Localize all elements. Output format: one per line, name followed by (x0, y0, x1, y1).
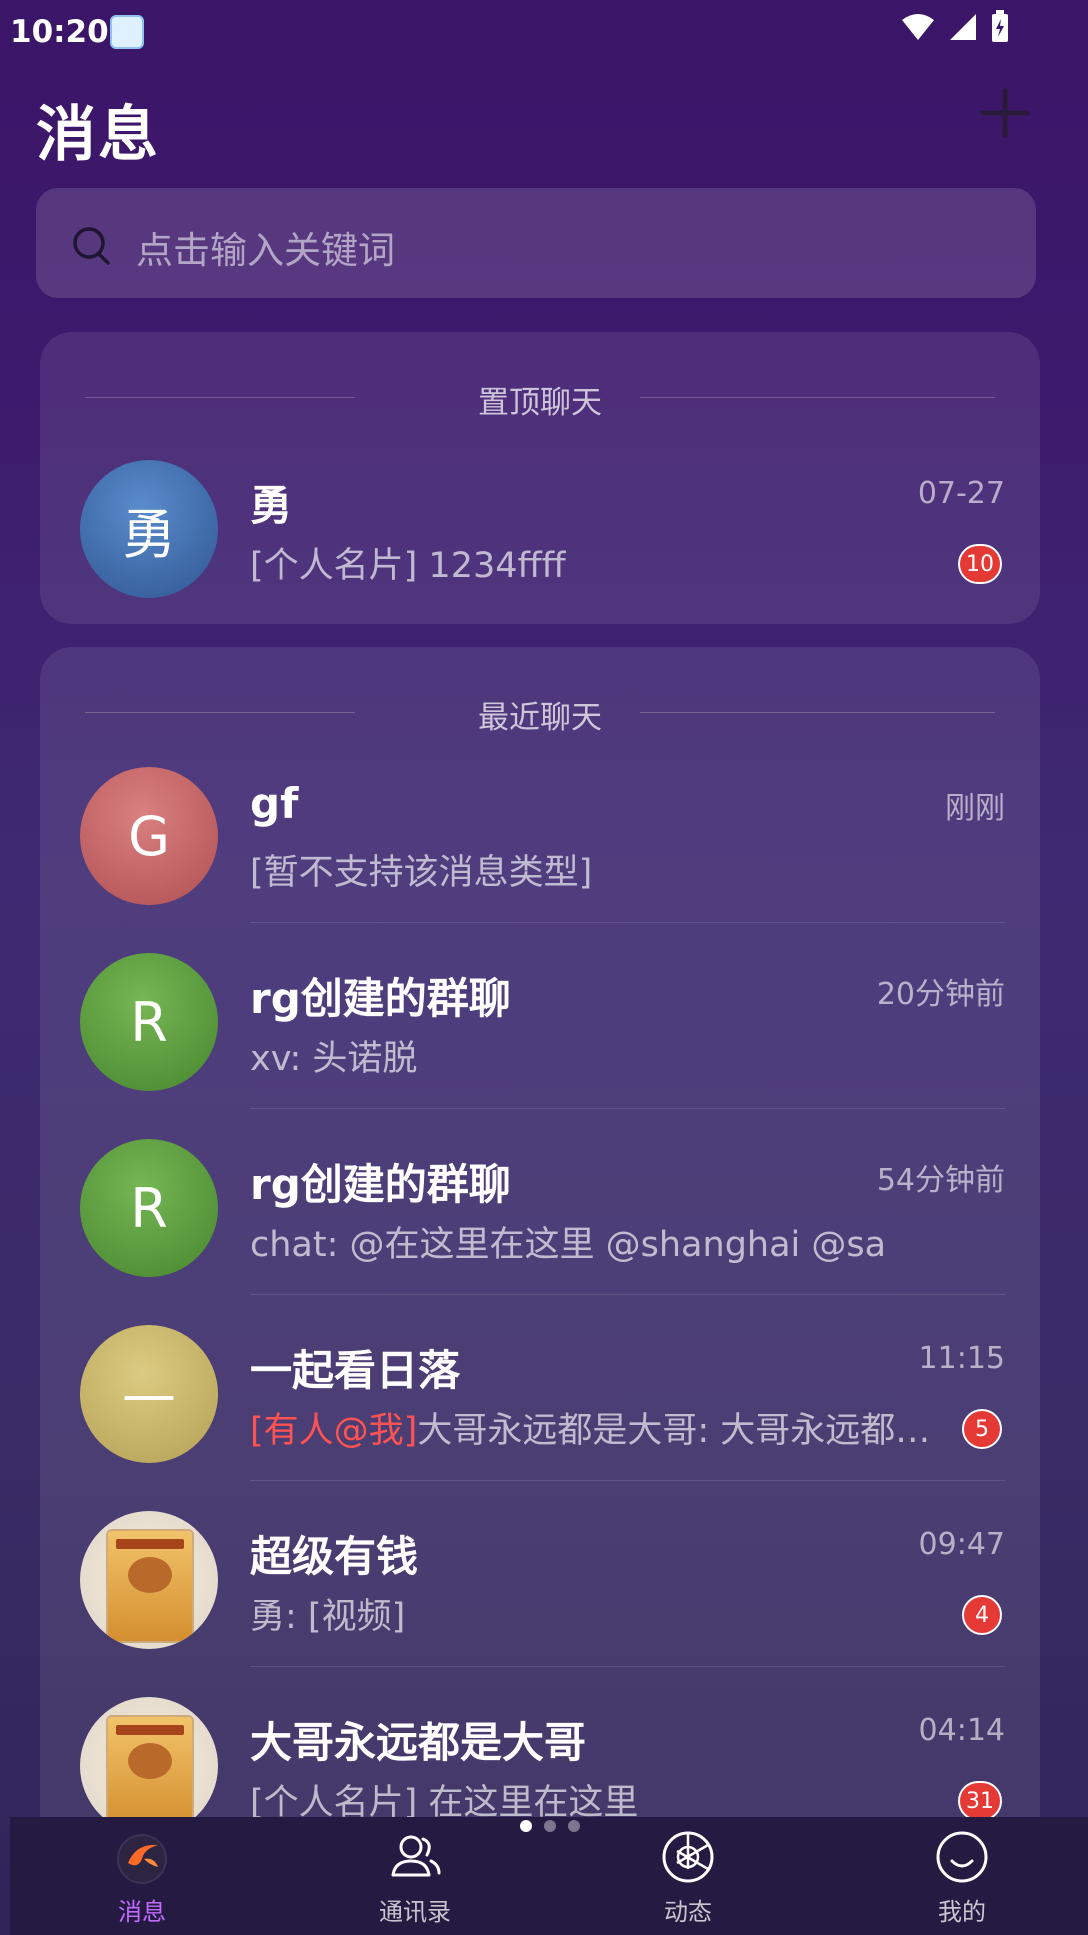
tab-label: 消息 (118, 1898, 166, 1926)
unread-badge: 4 (962, 1595, 1002, 1635)
chat-preview: xv: 头诺脱 (250, 1039, 418, 1079)
chat-preview: [暂不支持该消息类型] (250, 853, 593, 893)
chat-time: 11:15 (918, 1341, 1005, 1376)
page-title: 消息 (36, 100, 160, 170)
moments-icon (662, 1831, 714, 1883)
chat-time: 刚刚 (945, 791, 1005, 826)
status-bar: 10:20 (0, 0, 1088, 66)
tab-label: 动态 (664, 1898, 712, 1926)
tab-contacts[interactable]: 通讯录 (315, 1817, 515, 1935)
page-indicator (520, 1820, 580, 1832)
chat-item-pinned[interactable]: 勇 勇 07-27 [个人名片] 1234ffff 10 (40, 432, 1040, 616)
signal-icon (950, 14, 976, 40)
page-dot (544, 1820, 556, 1832)
search-bar[interactable]: 点击输入关键词 (36, 188, 1036, 298)
recent-section-label: 最近聊天 (478, 700, 602, 736)
chat-time: 54分钟前 (876, 1163, 1005, 1198)
photo-thumbnail (108, 1531, 192, 1641)
unread-badge: 31 (958, 1781, 1002, 1821)
unread-badge: 10 (958, 544, 1002, 584)
avatar-text: G (128, 804, 170, 868)
message-icon (117, 1834, 167, 1884)
recent-chats-card: 最近聊天 G gf 刚刚 [暂不支持该消息类型] R rg创建的群聊 20分钟前… (40, 647, 1040, 1887)
divider (250, 1666, 1005, 1667)
search-icon (73, 227, 110, 265)
chat-time: 04:14 (918, 1713, 1005, 1748)
page-dot (568, 1820, 580, 1832)
wifi-icon (902, 14, 934, 40)
battery-icon (992, 10, 1008, 42)
recent-section-header: 最近聊天 (85, 692, 995, 736)
tab-messages[interactable]: 消息 (42, 1817, 242, 1935)
status-time: 10:20 (10, 14, 109, 50)
chat-name: 大哥永远都是大哥 (250, 1718, 587, 1767)
chat-name: 超级有钱 (250, 1532, 419, 1581)
chat-item[interactable]: R rg创建的群聊 20分钟前 xv: 头诺脱 (40, 925, 1040, 1109)
chat-item[interactable]: R rg创建的群聊 54分钟前 chat: @在这里在这里 @shanghai … (40, 1111, 1040, 1295)
page-dot (520, 1820, 532, 1832)
divider (250, 1480, 1005, 1481)
divider (250, 922, 1005, 923)
chat-time: 20分钟前 (876, 977, 1005, 1012)
chat-item[interactable]: 超级有钱 09:47 勇: [视频] 4 (40, 1483, 1040, 1667)
chat-preview: [有人@我]大哥永远都是大哥: 大哥永远都… (250, 1402, 930, 1453)
chat-preview-text: 大哥永远都是大哥: 大哥永远都… (417, 1411, 931, 1451)
chat-item[interactable]: G gf 刚刚 [暂不支持该消息类型] (40, 739, 1040, 923)
avatar-photo (80, 1697, 218, 1835)
bottom-tab-bar: 消息 通讯录 动态 我的 (10, 1817, 1088, 1935)
chat-name: 勇 (250, 481, 293, 530)
add-icon[interactable] (980, 88, 1030, 138)
chat-name: 一起看日落 (250, 1346, 461, 1395)
chat-preview: chat: @在这里在这里 @shanghai @sa (250, 1225, 887, 1265)
pinned-section-header: 置顶聊天 (85, 377, 995, 421)
avatar-text: 勇 (122, 502, 176, 566)
avatar: 勇 (80, 460, 218, 598)
tab-label: 通讯录 (379, 1898, 451, 1926)
photo-thumbnail (108, 1717, 192, 1827)
tab-label: 我的 (938, 1898, 986, 1926)
avatar: R (80, 953, 218, 1091)
chat-name: rg创建的群聊 (250, 974, 511, 1023)
avatar: R (80, 1139, 218, 1277)
divider (250, 1108, 1005, 1109)
tab-profile[interactable]: 我的 (862, 1817, 1062, 1935)
divider (250, 1294, 1005, 1295)
avatar-text: R (130, 990, 168, 1054)
chat-name: gf (250, 779, 299, 828)
search-input[interactable]: 点击输入关键词 (136, 220, 395, 274)
avatar-text: — (122, 1362, 176, 1426)
chat-time: 09:47 (918, 1527, 1005, 1562)
chat-name: rg创建的群聊 (250, 1160, 511, 1209)
status-icons (900, 10, 1010, 44)
chat-preview: 勇: [视频] (250, 1597, 406, 1637)
avatar-photo (80, 1511, 218, 1649)
chat-preview: [个人名片] 1234ffff (250, 546, 566, 586)
mention-tag: [有人@我] (250, 1411, 418, 1451)
pinned-section-label: 置顶聊天 (478, 385, 602, 421)
chat-item[interactable]: — 一起看日落 11:15 [有人@我]大哥永远都是大哥: 大哥永远都… 5 (40, 1297, 1040, 1481)
app-notification-icon (110, 15, 144, 49)
unread-badge: 5 (962, 1409, 1002, 1449)
chat-time: 07-27 (917, 476, 1005, 511)
avatar-text: R (130, 1176, 168, 1240)
profile-icon (936, 1831, 988, 1883)
pinned-chats-card: 置顶聊天 勇 勇 07-27 [个人名片] 1234ffff 10 (40, 332, 1040, 624)
contacts-icon (391, 1835, 441, 1877)
avatar: G (80, 767, 218, 905)
avatar: — (80, 1325, 218, 1463)
tab-moments[interactable]: 动态 (588, 1817, 788, 1935)
